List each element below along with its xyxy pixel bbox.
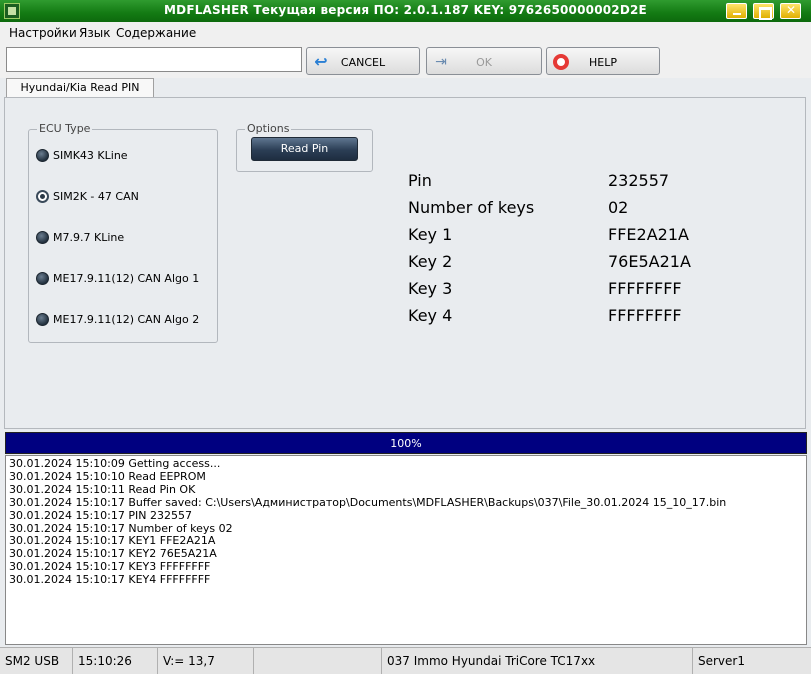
- radio-dot[interactable]: [36, 231, 49, 244]
- log-panel[interactable]: 30.01.2024 15:10:09 Getting access... 30…: [5, 455, 807, 645]
- result-label: Number of keys: [408, 198, 535, 217]
- status-time: 15:10:26: [73, 648, 158, 674]
- result-label: Key 3: [408, 279, 453, 298]
- cancel-button[interactable]: ↩ CANCEL: [306, 47, 420, 75]
- progress-text: 100%: [390, 437, 422, 450]
- result-label: Pin: [408, 171, 432, 190]
- log-line: 30.01.2024 15:10:17 KEY4 FFFFFFFF: [9, 573, 211, 587]
- tab-hyundai-kia-read-pin[interactable]: Hyundai/Kia Read PIN CODE: [6, 78, 154, 112]
- radio-label: SIM2K - 47 CAN: [53, 190, 139, 203]
- radio-dot-selected[interactable]: [36, 190, 49, 203]
- read-pin-button[interactable]: Read Pin: [251, 137, 358, 161]
- status-interface: SM2 USB: [0, 648, 73, 674]
- cancel-label: CANCEL: [340, 56, 386, 69]
- options-legend: Options: [245, 122, 292, 135]
- log-line: 30.01.2024 15:10:09 Getting access...: [9, 457, 221, 470]
- log-line: 30.01.2024 15:10:10 Read EEPROM: [9, 469, 206, 483]
- ecu-type-legend: ECU Type: [37, 122, 93, 135]
- log-line: 30.01.2024 15:10:11 Read Pin OK: [9, 482, 196, 496]
- help-button[interactable]: HELP: [546, 47, 660, 75]
- log-line: 30.01.2024 15:10:17 PIN 232557: [9, 508, 192, 522]
- result-value: 76E5A21A: [608, 252, 691, 271]
- path-input[interactable]: [6, 47, 302, 72]
- maximize-icon[interactable]: [753, 3, 774, 20]
- close-icon[interactable]: [780, 3, 801, 19]
- ok-button[interactable]: ⇥ OK: [426, 47, 542, 75]
- log-line: 30.01.2024 15:10:17 Buffer saved: C:\Use…: [9, 495, 727, 509]
- status-bar: SM2 USB 15:10:26 V:= 13,7 037 Immo Hyund…: [0, 647, 811, 674]
- result-value: FFFFFFFF: [608, 279, 682, 298]
- help-label: HELP: [589, 56, 617, 69]
- status-voltage: V:= 13,7: [158, 648, 254, 674]
- menu-language[interactable]: Язык: [79, 26, 110, 40]
- window-title: MDFLASHER Текущая версия ПО: 2.0.1.187 K…: [164, 3, 647, 17]
- radio-label: SIMK43 KLine: [53, 149, 128, 162]
- status-module: 037 Immo Hyundai TriCore TC17xx: [382, 648, 693, 674]
- result-value: FFE2A21A: [608, 225, 689, 244]
- radio-dot[interactable]: [36, 272, 49, 285]
- radio-dot[interactable]: [36, 149, 49, 162]
- ok-label: OK: [476, 56, 492, 69]
- toolbar: ↩ CANCEL ⇥ OK HELP: [0, 44, 811, 78]
- radio-label: M7.9.7 KLine: [53, 231, 125, 244]
- title-bar[interactable]: MDFLASHER Текущая версия ПО: 2.0.1.187 K…: [0, 0, 811, 22]
- menu-contents[interactable]: Содержание: [116, 26, 196, 40]
- radio-label: ME17.9.11(12) CAN Algo 2: [53, 313, 200, 326]
- menu-settings[interactable]: Настройки: [9, 26, 77, 40]
- progress-bar: 100%: [5, 432, 807, 454]
- result-value: 232557: [608, 171, 670, 190]
- status-empty: [254, 648, 382, 674]
- result-label: Key 4: [408, 306, 453, 325]
- status-server: Server1: [698, 654, 745, 668]
- result-value: FFFFFFFF: [608, 306, 682, 325]
- result-value: 02: [608, 198, 629, 217]
- result-label: Key 1: [408, 225, 453, 244]
- minimize-icon[interactable]: [726, 3, 747, 19]
- result-label: Key 2: [408, 252, 453, 271]
- radio-dot[interactable]: [36, 313, 49, 326]
- menu-bar: Настройки Язык Содержание: [0, 22, 811, 44]
- radio-label: ME17.9.11(12) CAN Algo 1: [53, 272, 200, 285]
